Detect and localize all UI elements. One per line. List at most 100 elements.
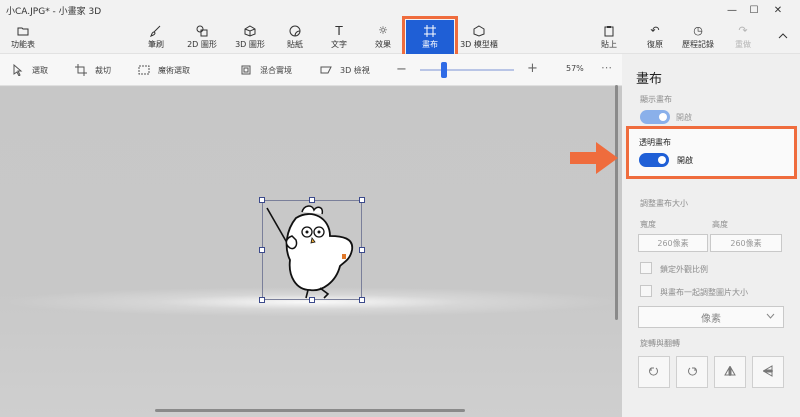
3d-view-label: 3D 檢視 [340, 65, 370, 75]
resize-canvas-label: 調整畫布大小 [640, 199, 688, 208]
undo-icon: ↶ [650, 24, 660, 37]
crop-label: 裁切 [95, 65, 111, 75]
panel-title: 畫布 [636, 72, 663, 87]
history-label: 歷程記錄 [682, 39, 714, 49]
brushes-tool[interactable]: 筆刷 [140, 20, 172, 54]
resize-image-checkbox[interactable] [640, 285, 652, 297]
height-field[interactable]: 260像素 [710, 234, 782, 252]
library-icon [472, 24, 486, 37]
magic-select-label: 魔術選取 [158, 65, 190, 75]
redo-button[interactable]: ↷ 重做 [730, 20, 756, 54]
zoom-out-button[interactable]: − [396, 62, 407, 77]
selection-box[interactable] [262, 200, 362, 300]
close-button[interactable]: ✕ [770, 2, 786, 18]
magic-select-icon [138, 64, 150, 76]
brushes-label: 筆刷 [148, 39, 164, 49]
mixed-reality-label: 混合實境 [260, 65, 292, 75]
chevron-up-icon [776, 30, 790, 42]
lock-ratio-label: 鎖定外觀比例 [660, 265, 708, 274]
undo-button[interactable]: ↶ 復原 [642, 20, 668, 54]
width-field[interactable]: 260像素 [638, 234, 708, 252]
history-button[interactable]: ◷ 歷程記錄 [680, 20, 716, 54]
title-bar: 小CA.JPG* - 小畫家 3D — ☐ ✕ [0, 0, 800, 20]
resize-handle[interactable] [259, 197, 265, 203]
resize-handle[interactable] [359, 247, 365, 253]
paste-icon [602, 25, 616, 37]
resize-handle[interactable] [259, 297, 265, 303]
shapes-3d-label: 3D 圖形 [235, 39, 265, 49]
rotate-left-button[interactable] [638, 356, 670, 388]
stickers-label: 貼紙 [287, 39, 303, 49]
menu-label: 功能表 [11, 39, 35, 49]
transparent-canvas-label: 透明畫布 [639, 138, 671, 147]
zoom-in-button[interactable]: + [527, 61, 538, 76]
resize-handle[interactable] [309, 297, 315, 303]
menu-button[interactable]: 功能表 [8, 20, 38, 54]
maximize-button[interactable]: ☐ [746, 2, 762, 18]
flip-vertical-button[interactable] [752, 356, 784, 388]
folder-icon [16, 25, 30, 37]
transparent-canvas-highlight: 透明畫布 開啟 [626, 126, 797, 179]
more-icon[interactable]: ⋯ [601, 61, 612, 74]
brush-icon [149, 25, 163, 37]
resize-handle[interactable] [309, 197, 315, 203]
rotate-right-icon [686, 365, 698, 380]
sticker-icon [288, 25, 302, 37]
effects-tool[interactable]: ☼ 效果 [370, 20, 396, 54]
3d-library-tool[interactable]: 3D 模型櫃 [456, 20, 502, 54]
resize-image-label: 與畫布一起調整圖片大小 [660, 288, 748, 297]
minimize-button[interactable]: — [724, 2, 740, 18]
resize-handle[interactable] [259, 247, 265, 253]
mixed-reality-tool[interactable]: 混合實境 [240, 64, 292, 76]
cursor-icon [12, 64, 24, 76]
magic-select-tool[interactable]: 魔術選取 [138, 64, 190, 76]
zoom-slider[interactable] [420, 69, 514, 71]
3d-library-label: 3D 模型櫃 [460, 39, 498, 49]
shapes-2d-label: 2D 圖形 [187, 39, 217, 49]
show-canvas-toggle[interactable] [640, 110, 670, 124]
show-canvas-state: 開啟 [676, 113, 692, 122]
resize-handle[interactable] [359, 197, 365, 203]
text-tool[interactable]: T 文字 [326, 20, 352, 54]
resize-handle[interactable] [359, 297, 365, 303]
rotate-right-button[interactable] [676, 356, 708, 388]
select-tool[interactable]: 選取 [12, 64, 48, 76]
stickers-tool[interactable]: 貼紙 [282, 20, 308, 54]
history-icon: ◷ [693, 24, 703, 37]
shapes-3d-tool[interactable]: 3D 圖形 [232, 20, 268, 54]
flip-horizontal-icon [724, 365, 736, 380]
shapes-2d-icon [195, 25, 209, 37]
width-label: 寬度 [640, 220, 656, 229]
shapes-2d-tool[interactable]: 2D 圖形 [184, 20, 220, 54]
rotate-left-icon [648, 365, 660, 380]
window-title: 小CA.JPG* - 小畫家 3D [6, 7, 102, 17]
horizontal-scrollbar[interactable] [155, 409, 465, 412]
rotate-flip-label: 旋轉與翻轉 [640, 339, 680, 348]
3d-view-tool[interactable]: 3D 檢視 [320, 64, 370, 76]
pointer-arrow-icon [570, 142, 618, 174]
redo-icon: ↷ [738, 24, 748, 37]
transparent-canvas-toggle[interactable] [639, 153, 669, 167]
canvas-tool-highlight [402, 16, 458, 58]
crop-tool[interactable]: 裁切 [75, 64, 111, 76]
unit-dropdown[interactable]: 像素 [638, 306, 784, 328]
crop-icon [75, 64, 87, 76]
collapse-toolbar-button[interactable] [774, 20, 792, 54]
flip-vertical-icon [762, 364, 774, 380]
zoom-level: 57% [566, 64, 584, 73]
lock-ratio-checkbox[interactable] [640, 262, 652, 274]
cube-icon [243, 24, 257, 37]
show-canvas-label: 顯示畫布 [640, 95, 672, 104]
chevron-down-icon [766, 311, 775, 322]
main-toolbar: 功能表 筆刷 2D 圖形 3D 圖形 貼紙 T 文字 ☼ 效果 畫布 3D 模型… [0, 20, 800, 54]
select-label: 選取 [32, 65, 48, 75]
unit-value: 像素 [701, 313, 721, 325]
height-label: 高度 [712, 220, 728, 229]
paste-button[interactable]: 貼上 [596, 20, 622, 54]
vertical-scrollbar[interactable] [615, 85, 618, 320]
zoom-slider-thumb[interactable] [440, 62, 447, 78]
flip-horizontal-button[interactable] [714, 356, 746, 388]
transparent-canvas-state: 開啟 [677, 156, 693, 165]
paste-label: 貼上 [601, 39, 617, 49]
effects-label: 效果 [375, 39, 391, 49]
